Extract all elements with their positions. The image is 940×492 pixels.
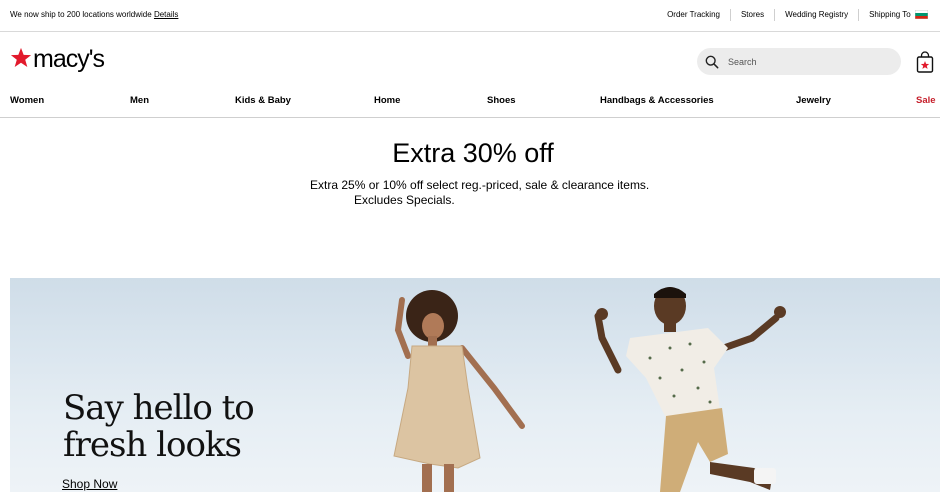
hero-headline-line-2: fresh looks bbox=[63, 425, 242, 465]
details-link[interactable]: Details bbox=[154, 10, 178, 19]
shipping-message: We now ship to 200 locations worldwide D… bbox=[10, 10, 178, 19]
nav-item-jewelry[interactable]: Jewelry bbox=[796, 95, 831, 106]
woman-figure bbox=[393, 290, 525, 492]
promo-exclusions: Excludes Specials. bbox=[354, 193, 455, 207]
star-logo-icon bbox=[10, 47, 32, 67]
man-figure bbox=[594, 287, 786, 492]
shipping-to-label: Shipping To bbox=[869, 10, 911, 19]
nav-item-men[interactable]: Men bbox=[130, 95, 149, 106]
nav-item-women[interactable]: Women bbox=[10, 95, 44, 106]
shipping-message-text: We now ship to 200 locations worldwide bbox=[10, 10, 152, 19]
hero-headline-line-1: Say hello to bbox=[63, 388, 255, 428]
wedding-registry-link[interactable]: Wedding Registry bbox=[775, 9, 860, 21]
logo-wordmark: macy's bbox=[33, 45, 105, 73]
search-input[interactable] bbox=[728, 56, 888, 67]
main-nav: Women Men Kids & Baby Home Shoes Handbag… bbox=[0, 86, 940, 118]
shopping-bag-icon[interactable] bbox=[916, 51, 934, 73]
shipping-to-selector[interactable]: Shipping To bbox=[859, 9, 932, 21]
search-bar[interactable] bbox=[697, 48, 901, 75]
hero-banner[interactable]: Say hello to fresh looks Shop Now bbox=[10, 278, 940, 492]
search-icon bbox=[705, 55, 719, 68]
nav-item-home[interactable]: Home bbox=[374, 95, 400, 106]
utility-links: Order Tracking Stores Wedding Registry S… bbox=[657, 9, 932, 21]
promo-subtitle: Extra 25% or 10% off select reg.-priced,… bbox=[310, 178, 650, 192]
nav-item-handbags-accessories[interactable]: Handbags & Accessories bbox=[600, 95, 714, 106]
promo-title: Extra 30% off bbox=[392, 138, 554, 168]
macys-logo[interactable]: macy's bbox=[10, 45, 105, 73]
bulgaria-flag-icon bbox=[915, 10, 928, 20]
hero-headline: Say hello to fresh looks bbox=[63, 390, 323, 464]
nav-item-kids-baby[interactable]: Kids & Baby bbox=[235, 95, 291, 106]
utility-bar: We now ship to 200 locations worldwide D… bbox=[0, 0, 940, 32]
order-tracking-link[interactable]: Order Tracking bbox=[657, 9, 731, 21]
nav-item-sale[interactable]: Sale bbox=[916, 95, 936, 106]
stores-link[interactable]: Stores bbox=[731, 9, 776, 21]
nav-item-shoes[interactable]: Shoes bbox=[487, 95, 516, 106]
shop-now-link[interactable]: Shop Now bbox=[62, 477, 117, 491]
